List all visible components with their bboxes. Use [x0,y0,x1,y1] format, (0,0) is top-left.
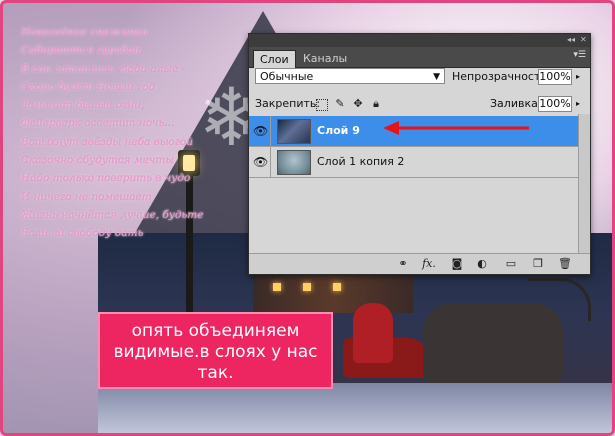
opacity-label: Непрозрачность: [452,70,551,83]
mask-icon[interactable]: ◙ [449,257,465,271]
adjustment-icon[interactable]: ◐ [474,257,490,271]
poem-line: Вспыхнут звёзды неба вьюгой [21,135,194,148]
collapse-panel-button[interactable]: ◂◂ [567,35,575,44]
eye-icon[interactable]: 👁︎ [253,155,268,169]
folder-icon[interactable]: ▭ [503,257,519,271]
village-houses [253,273,413,313]
layer-name[interactable]: Слой 9 [317,124,360,137]
layer-name[interactable]: Слой 1 копия 2 [317,155,404,168]
visibility-toggle[interactable]: 👁︎ [249,116,271,147]
eye-icon[interactable]: 👁︎ [253,124,268,138]
window-light [303,283,311,291]
poem-line: Заменят былые огни, [21,99,145,112]
poem-text: Новогодние снежинки Собираются гурьбой, … [21,23,204,243]
caption-line: опять объединяем [131,321,300,341]
panel-menu-icon[interactable]: ▾☰ [573,50,586,60]
layer-thumbnail [277,119,311,144]
opacity-input[interactable]: 100% [538,69,572,85]
fill-label: Заливка: [490,97,542,110]
opacity-slider-toggle[interactable]: ▸ [573,70,583,84]
fx-icon[interactable]: fx. [421,257,437,271]
layer-row-sloy-1-kopiya-2[interactable]: 👁︎ Слой 1 копия 2 [249,147,579,178]
layers-scrollbar[interactable] [578,114,590,254]
tab-layers[interactable]: Слои [253,50,296,68]
visibility-toggle[interactable]: 👁︎ [249,147,271,178]
caption-line: так. [197,363,234,383]
caption-box: опять объединяем видимые.в слоях у нас т… [98,312,333,389]
caption-line: видимые.в слоях у нас [113,342,318,362]
tab-channels[interactable]: Каналы [297,50,353,67]
lock-label: Закрепить: [255,97,321,110]
poem-line: В сон затаились люди алые - [21,62,186,75]
window-light [273,283,281,291]
chevron-down-icon: ▼ [433,72,440,82]
close-panel-button[interactable]: ✕ [580,35,587,44]
new-layer-icon[interactable]: ❐ [530,257,546,271]
fill-input[interactable]: 100% [538,96,572,112]
blend-mode-value: Обычные [260,70,314,83]
poem-line: Новогодние снежинки [21,26,149,38]
lock-pixels-icon[interactable]: ✎ [334,98,346,110]
poem-line: И ничего не помешает [21,190,152,203]
red-arrow-pointer [383,121,529,135]
blend-mode-select[interactable]: Обычные ▼ [255,68,445,84]
lock-all-icon[interactable]: 🔒︎ [370,98,382,110]
lock-transparency-icon[interactable] [316,99,328,111]
poem-line: Фейерверк осветит ночь... [21,117,175,130]
link-icon[interactable]: ⚭ [395,257,411,271]
lock-position-icon[interactable]: ✥ [352,98,364,110]
santa-figure [353,303,393,363]
panel-titlebar[interactable]: ◂◂ ✕ [249,34,590,47]
trash-icon[interactable]: 🗑︎ [557,257,573,271]
poem-line: Скоро будет Новый год [21,80,156,93]
layer-thumbnail [277,150,311,175]
lamp-light [183,155,195,171]
fill-slider-toggle[interactable]: ▸ [573,97,583,111]
poem-line: Жизнь начнётся лучше, будьте [21,208,204,221]
layers-panel: ◂◂ ✕ Слои Каналы ▾☰ Обычные ▼ Непрозрачн… [248,33,591,275]
panel-tabbar: Слои Каналы ▾☰ [249,47,590,68]
poem-line: Если ей свободу дать [21,227,144,240]
poem-line: Собираются гурьбой, [21,44,144,57]
snow-ground [98,383,612,433]
poem-line: Надо только поверить в чудо [21,172,191,185]
poem-line: Сказочно сбудутся мечты [21,154,174,167]
window-light [333,283,341,291]
panel-footer: ⚭ fx. ◙ ◐ ▭ ❐ 🗑︎ [249,253,590,274]
